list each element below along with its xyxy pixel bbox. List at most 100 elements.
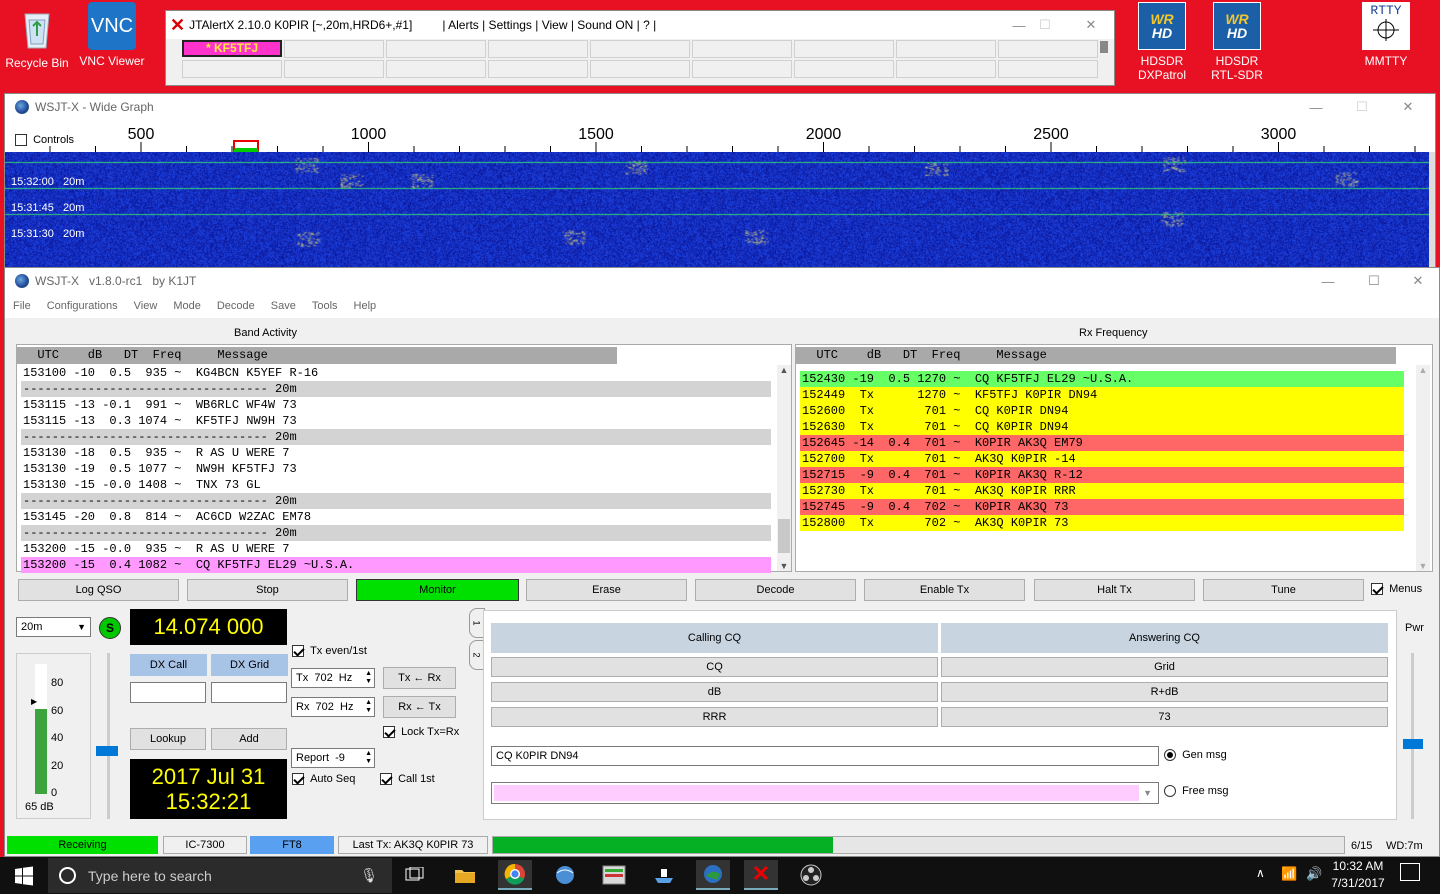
jtalert-callsign-slot[interactable] — [590, 60, 690, 78]
ship-app-icon[interactable] — [647, 860, 681, 890]
log-qso-button[interactable]: Log QSO — [18, 579, 179, 601]
jtalert-callsign-slot[interactable] — [590, 40, 690, 58]
rx-frequency-spinbox[interactable]: Rx 702 Hz ▲ ▼ — [291, 697, 375, 717]
maximize-icon[interactable]: ☐ — [1351, 268, 1397, 294]
rx-from-tx-button[interactable]: Rx ← Tx — [383, 696, 456, 718]
jtalert-callsign-slot[interactable] — [488, 60, 588, 78]
recycle-bin-shortcut[interactable]: Recycle Bin — [0, 4, 77, 70]
rx-frequency-row[interactable]: 152700 Tx 701 ~ AK3Q K0PIR -14 — [800, 451, 1404, 467]
rx-frequency-row[interactable]: 152430 -19 0.5 1270 ~ CQ KF5TFJ EL29 ~U.… — [800, 371, 1404, 387]
network-icon[interactable]: 📶 — [1281, 866, 1297, 882]
rx-level-slider[interactable] — [96, 653, 118, 819]
slider-thumb[interactable] — [96, 746, 118, 756]
scroll-down-icon[interactable]: ▼ — [1416, 561, 1430, 571]
macro-cq-button[interactable]: CQ — [491, 657, 938, 677]
rx-frequency-row[interactable]: 152645 -14 0.4 701 ~ K0PIR AK3Q EM79 — [800, 435, 1404, 451]
band-activity-row[interactable]: 153145 -20 0.8 814 ~ AC6CD W2ZAC EM78 — [21, 509, 771, 525]
rx-frequency-row[interactable]: 152730 Tx 701 ~ AK3Q K0PIR RRR — [800, 483, 1404, 499]
spin-arrows-icon[interactable]: ▲ ▼ — [365, 750, 372, 766]
auto-seq-checkbox[interactable]: Auto Seq — [292, 773, 355, 786]
tx-from-rx-button[interactable]: Tx ← Rx — [383, 667, 456, 689]
band-activity-panel[interactable]: UTC dB DT Freq Message 153100 -10 0.5 93… — [16, 344, 792, 573]
band-activity-scrollbar[interactable]: ▲ ▼ — [777, 365, 791, 571]
jtalert-callsign-slot[interactable] — [998, 40, 1098, 58]
rx-frequency-row[interactable]: 152600 Tx 701 ~ CQ K0PIR DN94 — [800, 403, 1404, 419]
waterfall-display[interactable] — [5, 152, 1429, 268]
menu-tools[interactable]: Tools — [312, 300, 338, 312]
jtalert-callsign-slot[interactable] — [284, 40, 384, 58]
band-activity-row[interactable]: 153130 -15 -0.0 1408 ~ TNX 73 GL — [21, 477, 771, 493]
microphone-icon[interactable]: 🎙 — [360, 867, 378, 884]
decode-button[interactable]: Decode — [695, 579, 856, 601]
menu-save[interactable]: Save — [271, 300, 296, 312]
vnc-viewer-shortcut[interactable]: VNC VNC Viewer — [72, 2, 152, 68]
menu-configurations[interactable]: Configurations — [47, 300, 118, 312]
file-explorer-icon[interactable] — [448, 860, 482, 890]
macro-73-button[interactable]: 73 — [941, 707, 1388, 727]
maximize-icon[interactable]: ☐ — [1022, 11, 1068, 39]
scroll-thumb[interactable] — [778, 519, 790, 553]
gen-msg-input[interactable]: CQ K0PIR DN94 — [491, 746, 1159, 766]
jtalert-callsign-cell[interactable]: * KF5TFJ — [182, 40, 282, 57]
jtalert-callsign-slot[interactable] — [794, 40, 894, 58]
chevron-down-icon[interactable]: ▼ — [1143, 788, 1152, 798]
free-msg-radio[interactable]: Free msg — [1164, 785, 1229, 798]
jtalert-callsign-slot[interactable] — [998, 60, 1098, 78]
logbook-app-icon[interactable] — [597, 860, 631, 890]
macro-rrr-button[interactable]: RRR — [491, 707, 938, 727]
rx-frequency-row[interactable]: 152745 -9 0.4 702 ~ K0PIR AK3Q 73 — [800, 499, 1404, 515]
erase-button[interactable]: Erase — [526, 579, 687, 601]
menus-checkbox[interactable]: Menus — [1371, 583, 1422, 596]
halt-tx-button[interactable]: Halt Tx — [1034, 579, 1195, 601]
tx-even-checkbox[interactable]: Tx even/1st — [292, 645, 367, 658]
dx-call-input[interactable] — [130, 682, 206, 703]
jtalert-callsign-slot[interactable] — [896, 40, 996, 58]
jtalert-callsign-slot[interactable] — [386, 60, 486, 78]
band-activity-row[interactable]: ---------------------------------- 20m — [21, 429, 771, 445]
slider-thumb[interactable] — [1403, 739, 1423, 749]
dx-grid-input[interactable] — [211, 682, 287, 703]
jtalert-callsign-slot[interactable] — [182, 60, 282, 78]
rx-frequency-row[interactable]: 152630 Tx 701 ~ CQ K0PIR DN94 — [800, 419, 1404, 435]
close-icon[interactable]: ✕ — [1068, 11, 1114, 39]
band-activity-row[interactable]: 153115 -13 0.3 1074 ~ KF5TFJ NW9H 73 — [21, 413, 771, 429]
hdsdr-rtlsdr-shortcut[interactable]: WR HD HDSDR RTL-SDR — [1197, 2, 1277, 82]
band-activity-row[interactable]: ---------------------------------- 20m — [21, 493, 771, 509]
maximize-icon[interactable]: ☐ — [1339, 94, 1385, 120]
globe-app-icon[interactable] — [548, 860, 582, 890]
add-button[interactable]: Add — [211, 728, 287, 750]
free-msg-input[interactable] — [494, 785, 1140, 801]
menu-help[interactable]: Help — [354, 300, 377, 312]
spin-arrows-icon[interactable]: ▲ ▼ — [365, 670, 372, 686]
band-activity-row[interactable]: ---------------------------------- 20m — [21, 381, 771, 397]
jtalert-callsign-slot[interactable] — [386, 40, 486, 58]
volume-icon[interactable]: 🔊 — [1306, 866, 1322, 882]
band-activity-row[interactable]: 153100 -10 0.5 935 ~ KG4BCN K5YEF R-16 — [21, 365, 771, 381]
minimize-icon[interactable]: — — [1293, 94, 1339, 120]
jtalert-callsign-slot[interactable] — [896, 60, 996, 78]
rx-frequency-row[interactable]: 152715 -9 0.4 701 ~ K0PIR AK3Q R-12 — [800, 467, 1404, 483]
band-activity-row[interactable]: 153130 -19 0.5 1077 ~ NW9H KF5TFJ 73 — [21, 461, 771, 477]
band-activity-row[interactable]: 153115 -13 -0.1 991 ~ WB6RLC WF4W 73 — [21, 397, 771, 413]
action-center-icon[interactable] — [1400, 863, 1420, 881]
task-view-icon[interactable] — [398, 860, 432, 890]
band-select[interactable]: 20m ▼ — [16, 617, 91, 637]
menu-mode[interactable]: Mode — [173, 300, 201, 312]
jtalert-callsign-slot[interactable] — [488, 40, 588, 58]
taskbar-clock[interactable]: 10:32 AM 7/31/2017 — [1322, 858, 1394, 892]
close-icon[interactable]: ✕ — [1385, 94, 1431, 120]
tune-button[interactable]: Tune — [1203, 579, 1364, 601]
macro-db-button[interactable]: dB — [491, 682, 938, 702]
dial-frequency-display[interactable]: 14.074 000 — [130, 609, 287, 645]
tx-frequency-spinbox[interactable]: Tx 702 Hz ▲ ▼ — [291, 668, 375, 688]
close-icon[interactable]: ✕ — [1395, 268, 1440, 294]
jtalert-taskbar-icon[interactable]: ✕ — [744, 860, 778, 890]
rx-frequency-scrollbar[interactable]: ▲ ▼ — [1416, 365, 1430, 571]
scroll-down-icon[interactable]: ▼ — [777, 561, 791, 571]
enable-tx-button[interactable]: Enable Tx — [864, 579, 1025, 601]
show-hidden-icons[interactable]: ∧ — [1256, 866, 1265, 880]
jtalert-scrollbar[interactable] — [1100, 41, 1108, 53]
jtalert-callsign-slot[interactable] — [284, 60, 384, 78]
rx-frequency-row[interactable]: 152449 Tx 1270 ~ KF5TFJ K0PIR DN94 — [800, 387, 1404, 403]
jtalert-callsign-slot[interactable] — [692, 60, 792, 78]
